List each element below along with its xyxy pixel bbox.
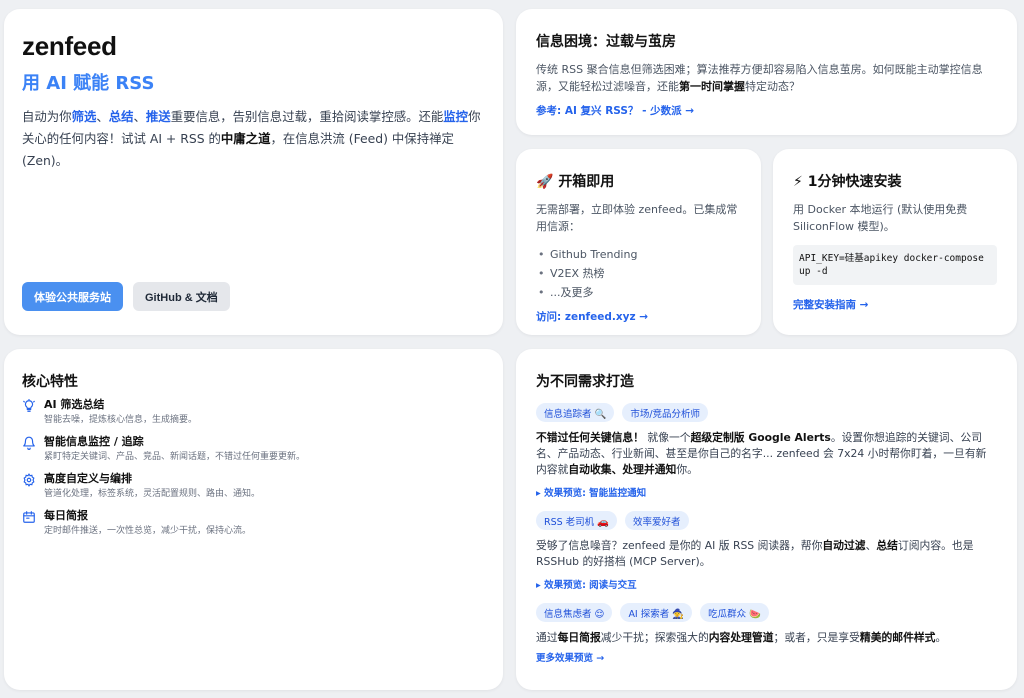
list-item: Github Trending — [536, 245, 741, 264]
tag-ai-explorer[interactable]: AI 探索者 🧙 — [620, 603, 693, 622]
quick-start-title: 🚀 开箱即用 — [536, 174, 615, 190]
list-item: V2EX 热榜 — [536, 264, 741, 283]
public-service-button[interactable]: 体验公共服务站 — [22, 282, 123, 311]
preview-reading-link[interactable]: ▸ 效果预览: 阅读与交互 — [536, 577, 997, 591]
install-command[interactable]: API_KEY=硅基apikey docker-compose up -d — [793, 245, 997, 285]
hero-description: 自动为你筛选、总结、推送重要信息，告别信息过载，重拾阅读掌控感。还能监控你关心的… — [22, 109, 481, 168]
need-description: 通过每日简报减少干扰；探索强大的内容处理管道；或者，只是享受精美的邮件样式。 — [536, 631, 947, 644]
list-item: ...及更多 — [536, 283, 741, 302]
preview-monitor-link[interactable]: ▸ 效果预览: 智能监控通知 — [536, 485, 997, 499]
visit-zenfeed-link[interactable]: 访问: zenfeed.xyz → — [536, 309, 741, 324]
tag-group: RSS 老司机 🚗 效率爱好者 — [536, 511, 997, 530]
install-title: ⚡ 1分钟快速安装 — [793, 174, 902, 190]
tag-group: 信息焦虑者 😌 AI 探索者 🧙 吃瓜群众 🍉 — [536, 603, 997, 622]
source-list: Github Trending V2EX 热榜 ...及更多 — [536, 245, 741, 302]
hero-card: zenfeed 用 AI 赋能 RSS 自动为你筛选、总结、推送重要信息，告别信… — [4, 9, 503, 335]
tag-info-anxious[interactable]: 信息焦虑者 😌 — [536, 603, 613, 622]
dilemma-reference-link[interactable]: 参考: AI 复兴 RSS？ - 少数派 → — [536, 103, 997, 118]
feature-item: 高度自定义与编排 管道化处理，标签系统，灵活配置规则、路由、通知。 — [22, 471, 485, 502]
needs-title: 为不同需求打造 — [536, 374, 634, 390]
gear-icon — [23, 473, 35, 487]
lightning-icon: ⚡ — [793, 174, 803, 190]
hero-tagline: 用 AI 赋能 RSS — [22, 73, 155, 94]
quick-start-text: 无需部署，立即体验 zenfeed。已集成常用信源： — [536, 203, 738, 233]
tag-group: 信息追踪者 🔍 市场/竞品分析师 — [536, 403, 997, 422]
tag-market-analyst[interactable]: 市场/竞品分析师 — [622, 403, 709, 422]
feature-item: AI 筛选总结 智能去噪，提炼核心信息，生成摘要。 — [22, 397, 485, 428]
feature-item: 每日简报 定时邮件推送，一次性总览，减少干扰，保持心流。 — [22, 508, 485, 539]
need-description: 受够了信息噪音？zenfeed 是你的 AI 版 RSS 阅读器，帮你自动过滤、… — [536, 539, 974, 568]
need-description: 不错过任何关键信息！ 就像一个超级定制版 Google Alerts。设置你想追… — [536, 431, 987, 476]
dilemma-title: 信息困境：过载与茧房 — [536, 34, 676, 50]
install-card: ⚡ 1分钟快速安装 用 Docker 本地运行 (默认使用免费 SiliconF… — [773, 149, 1017, 335]
install-text: 用 Docker 本地运行 (默认使用免费 SiliconFlow 模型)。 — [793, 203, 968, 233]
bulb-icon — [23, 399, 35, 412]
tag-rss-veteran[interactable]: RSS 老司机 🚗 — [536, 511, 618, 530]
more-previews-link[interactable]: 更多效果预览 → — [536, 650, 997, 664]
calendar-icon — [23, 511, 35, 523]
github-docs-button[interactable]: GitHub & 文档 — [133, 282, 230, 311]
logo: zenfeed — [22, 31, 117, 61]
needs-card: 为不同需求打造 信息追踪者 🔍 市场/竞品分析师 不错过任何关键信息！ 就像一个… — [516, 349, 1017, 690]
feature-item: 智能信息监控 / 追踪 紧盯特定关键词、产品、竞品、新闻话题，不错过任何重要更新… — [22, 434, 485, 465]
features-card: 核心特性 AI 筛选总结 智能去噪，提炼核心信息，生成摘要。 智能信息监控 / … — [4, 349, 503, 690]
install-guide-link[interactable]: 完整安装指南 → — [793, 297, 997, 312]
bell-icon — [23, 436, 35, 450]
features-title: 核心特性 — [22, 374, 78, 390]
dilemma-card: 信息困境：过载与茧房 传统 RSS 聚合信息但筛选困难；算法推荐方便却容易陷入信… — [516, 9, 1017, 135]
rocket-icon: 🚀 — [536, 174, 554, 190]
quick-start-card: 🚀 开箱即用 无需部署，立即体验 zenfeed。已集成常用信源： Github… — [516, 149, 761, 335]
tag-efficiency[interactable]: 效率爱好者 — [625, 511, 689, 530]
dilemma-text: 传统 RSS 聚合信息但筛选困难；算法推荐方便却容易陷入信息茧房。如何既能主动掌… — [536, 63, 983, 93]
tag-info-tracker[interactable]: 信息追踪者 🔍 — [536, 403, 615, 422]
tag-onlooker[interactable]: 吃瓜群众 🍉 — [700, 603, 769, 622]
